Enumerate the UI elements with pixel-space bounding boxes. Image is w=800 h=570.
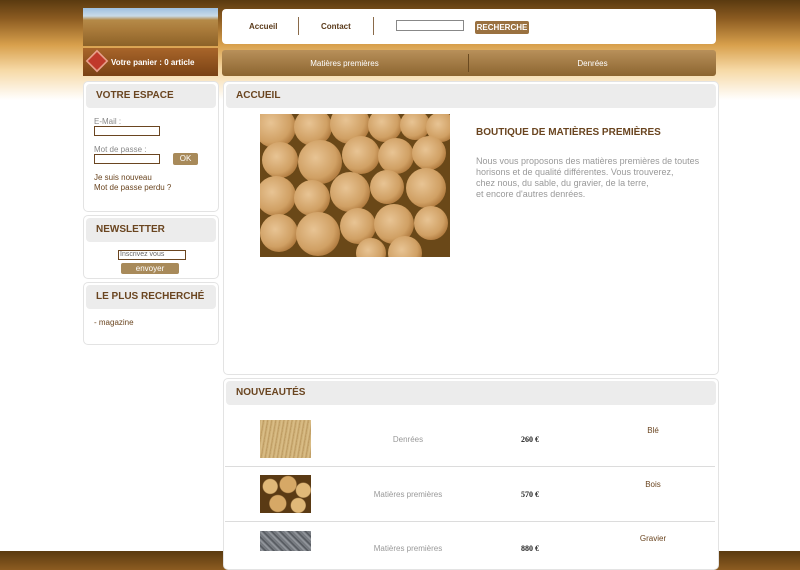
hero-description: Nous vous proposons des matières premièr… — [476, 156, 700, 199]
row-divider — [225, 466, 715, 467]
nav-divider — [298, 17, 299, 35]
password-field[interactable] — [94, 154, 160, 164]
popular-item-magazine[interactable]: - magazine — [94, 318, 134, 327]
product-thumb-wheat[interactable] — [260, 420, 311, 458]
email-label: E-Mail : — [94, 117, 122, 126]
row-divider — [225, 521, 715, 522]
home-title: ACCUEIL — [226, 84, 716, 108]
hero-title: BOUTIQUE DE MATIÈRES PREMIÈRES — [476, 127, 661, 138]
top-nav-bar: Accueil Contact RECHERCHE — [222, 9, 716, 44]
product-category: Matières premières — [373, 490, 443, 499]
product-name[interactable]: Gravier — [623, 534, 683, 543]
category-bar: Matières premières Denrées — [222, 50, 716, 76]
lost-password-link[interactable]: Mot de passe perdu ? — [94, 183, 171, 192]
search-input[interactable] — [396, 20, 464, 31]
newsletter-title: NEWSLETTER — [86, 218, 216, 242]
password-label: Mot de passe : — [94, 145, 147, 154]
search-button[interactable]: RECHERCHE — [475, 21, 529, 34]
product-price: 570 € — [521, 490, 539, 499]
product-name[interactable]: Bois — [623, 480, 683, 489]
category-denrees[interactable]: Denrées — [470, 59, 715, 68]
hero-logs-image — [260, 114, 450, 257]
newsletter-send-button[interactable]: envoyer — [121, 263, 179, 274]
product-thumb-gravel[interactable] — [260, 531, 311, 551]
popular-title: LE PLUS RECHERCHÉ — [86, 285, 216, 309]
product-price: 260 € — [521, 435, 539, 444]
product-thumb-logs[interactable] — [260, 475, 311, 513]
cart-box-icon — [85, 49, 109, 73]
category-divider — [468, 54, 469, 72]
email-field[interactable] — [94, 126, 160, 136]
news-title: NOUVEAUTÉS — [226, 381, 716, 405]
product-price: 880 € — [521, 544, 539, 553]
newsletter-panel: NEWSLETTER Inscrivez vous envoyer — [83, 215, 219, 279]
product-category: Matières premières — [373, 544, 443, 553]
product-category: Denrées — [392, 435, 424, 444]
cart-bar[interactable]: Votre panier : 0 article — [83, 48, 218, 76]
newsletter-email-input[interactable]: Inscrivez vous — [118, 250, 186, 260]
category-matieres-premieres[interactable]: Matières premières — [222, 59, 467, 68]
account-panel: VOTRE ESPACE E-Mail : Mot de passe : OK … — [83, 81, 219, 212]
popular-panel: LE PLUS RECHERCHÉ - magazine — [83, 282, 219, 345]
nav-accueil[interactable]: Accueil — [249, 22, 277, 31]
login-ok-button[interactable]: OK — [173, 153, 198, 165]
nav-divider — [373, 17, 374, 35]
product-name[interactable]: Blé — [623, 426, 683, 435]
new-user-link[interactable]: Je suis nouveau — [94, 173, 152, 182]
cart-label: Votre panier : 0 article — [111, 58, 195, 67]
nav-contact[interactable]: Contact — [321, 22, 351, 31]
banner-image — [83, 8, 218, 46]
account-title: VOTRE ESPACE — [86, 84, 216, 108]
